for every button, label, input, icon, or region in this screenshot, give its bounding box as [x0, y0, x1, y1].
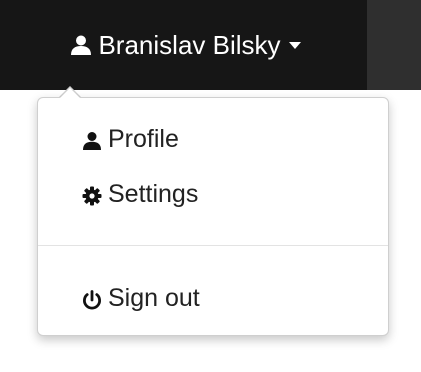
menu-item-label: Profile	[108, 124, 179, 153]
menu-divider	[38, 245, 388, 246]
menu-item-label: Settings	[108, 179, 199, 208]
caret-down-icon	[288, 41, 301, 49]
user-name: Branislav Bilsky	[98, 29, 281, 60]
gear-icon	[82, 184, 102, 206]
menu-item-settings[interactable]: Settings	[38, 169, 388, 219]
dropdown-arrow-inner	[60, 88, 80, 98]
user-dropdown-menu: Profile Settings Sign out	[37, 97, 389, 336]
user-menu-toggle[interactable]: Branislav Bilsky	[0, 0, 367, 90]
user-icon	[82, 129, 102, 150]
menu-item-label: Sign out	[108, 283, 200, 312]
menu-item-sign-out[interactable]: Sign out	[38, 273, 388, 323]
power-icon	[82, 288, 102, 310]
menu-item-profile[interactable]: Profile	[38, 114, 388, 164]
user-icon	[70, 32, 92, 55]
